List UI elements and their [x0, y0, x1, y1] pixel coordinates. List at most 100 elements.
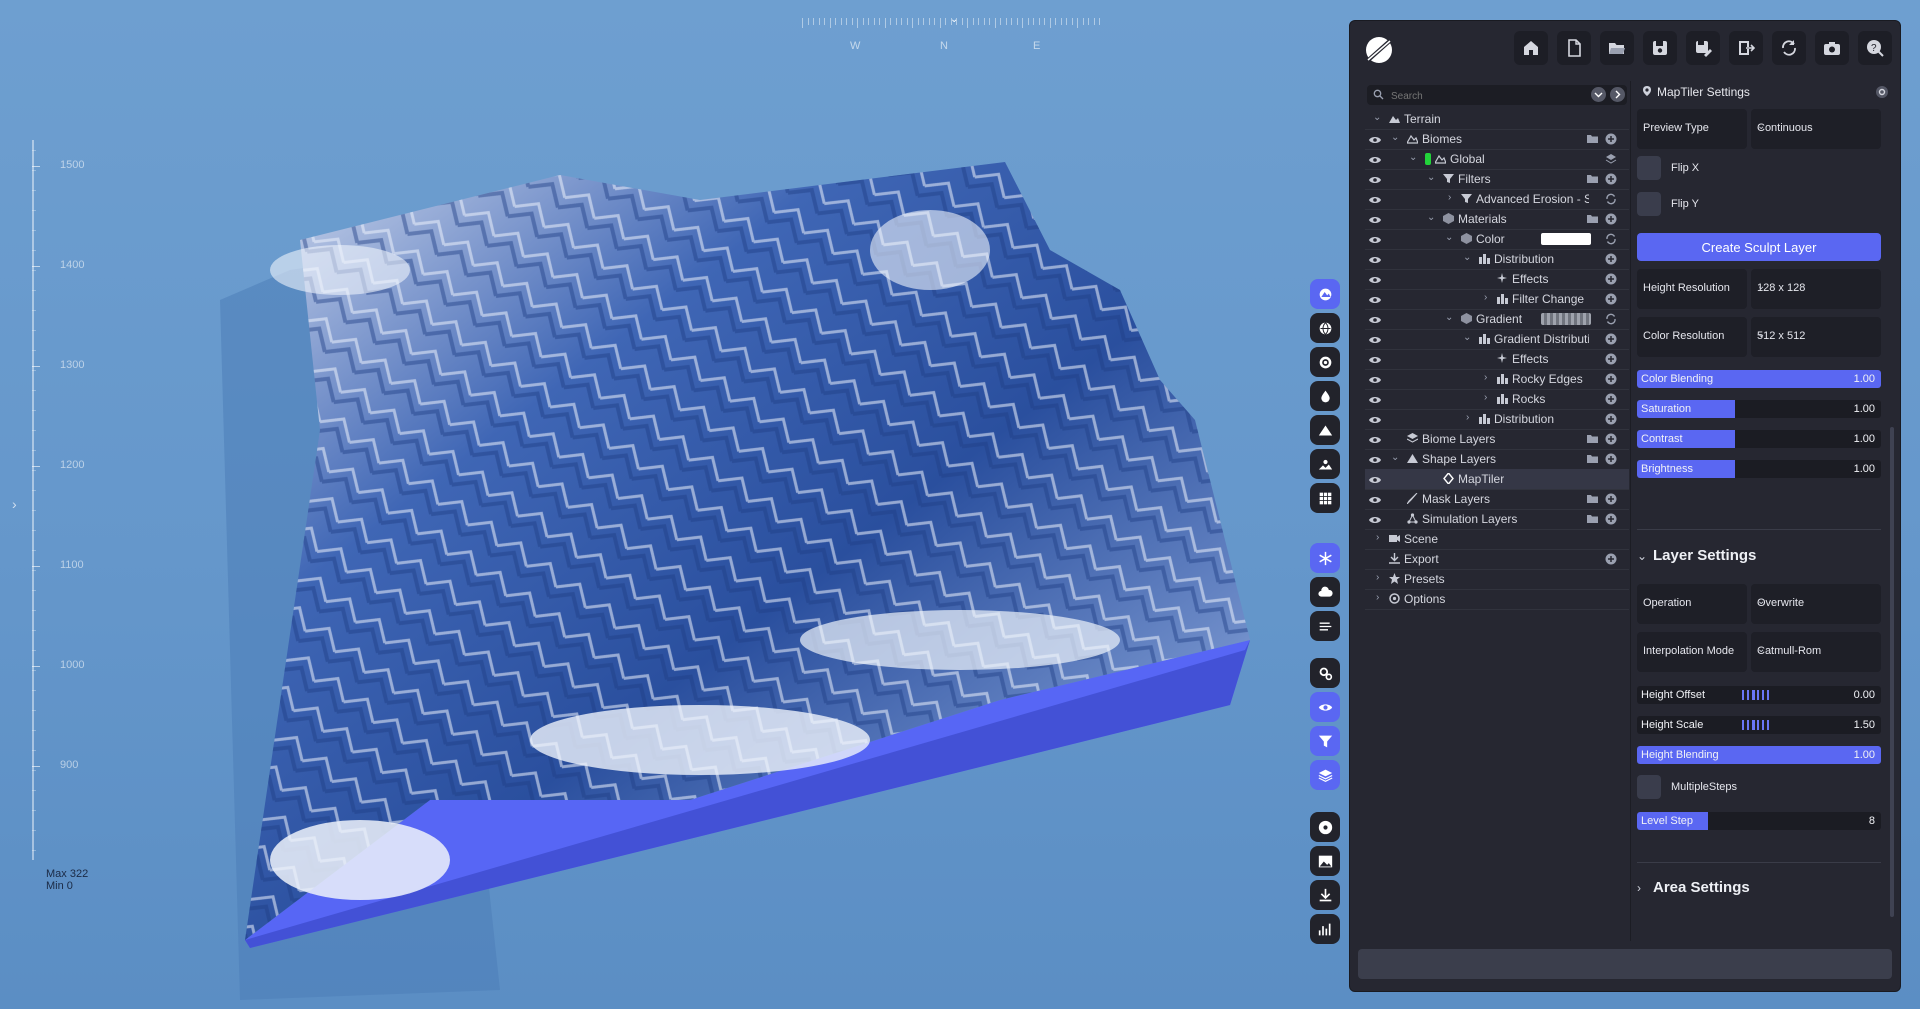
plus-icon[interactable]: [1605, 353, 1617, 365]
visibility-eye-icon[interactable]: [1368, 433, 1382, 445]
chevron-right-icon[interactable]: ›: [1376, 532, 1379, 543]
help-button[interactable]: ?: [1858, 31, 1892, 65]
tree-item-gradient-distributi[interactable]: ⌄ Gradient Distributi: [1365, 329, 1629, 350]
visibility-eye-icon[interactable]: [1368, 133, 1382, 145]
chevron-down-icon[interactable]: ⌄: [1391, 132, 1399, 143]
search-input[interactable]: [1389, 87, 1563, 105]
chevron-down-icon[interactable]: ⌄: [1445, 232, 1453, 243]
plus-icon[interactable]: [1605, 213, 1617, 225]
color-blending-slider[interactable]: Color Blending 1.00: [1637, 370, 1881, 388]
brightness-slider[interactable]: Brightness 1.00: [1637, 460, 1881, 478]
wind-icon[interactable]: [1310, 611, 1340, 641]
tree-item-distribution[interactable]: › Distribution: [1365, 409, 1629, 430]
chevron-down-icon[interactable]: ⌄: [1463, 252, 1471, 263]
visibility-eye-icon[interactable]: [1368, 493, 1382, 505]
folder-icon[interactable]: [1587, 213, 1599, 225]
tree-item-color[interactable]: ⌄ Color: [1365, 229, 1629, 250]
tree-item-mask-layers[interactable]: Mask Layers: [1365, 489, 1629, 510]
terrain-viewport[interactable]: 1500 1400 1300 1200 1100 1000 900 Max 322 Min …: [0, 0, 1340, 1009]
folder-icon[interactable]: [1587, 453, 1599, 465]
export-button[interactable]: [1729, 31, 1763, 65]
visibility-eye-icon[interactable]: [1368, 473, 1382, 485]
compass[interactable]: ⌄ W N E: [790, 10, 1120, 52]
flip-y-row[interactable]: Flip Y: [1637, 190, 1881, 218]
chevron-right-icon[interactable]: ›: [1484, 392, 1487, 403]
cogs-icon[interactable]: [1310, 658, 1340, 688]
plus-icon[interactable]: [1605, 553, 1617, 565]
grid-icon[interactable]: [1310, 483, 1340, 513]
level-step-slider[interactable]: Level Step 8: [1637, 812, 1881, 830]
visibility-eye-icon[interactable]: [1368, 173, 1382, 185]
filter-icon[interactable]: [1310, 726, 1340, 756]
folder-icon[interactable]: [1587, 493, 1599, 505]
plus-icon[interactable]: [1605, 293, 1617, 305]
multiple-steps-row[interactable]: MultipleSteps: [1637, 773, 1881, 801]
visibility-eye-icon[interactable]: [1368, 253, 1382, 265]
height-blending-slider[interactable]: Height Blending 1.00: [1637, 746, 1881, 764]
settings-scrollbar[interactable]: [1890, 427, 1894, 917]
slider-knob-icon[interactable]: [1741, 689, 1775, 701]
tree-item-rocky-edges[interactable]: › Rocky Edges: [1365, 369, 1629, 390]
tree-item-options[interactable]: › Options: [1365, 589, 1629, 610]
visibility-eye-icon[interactable]: [1368, 233, 1382, 245]
cloud-icon[interactable]: [1310, 577, 1340, 607]
refresh-icon[interactable]: [1605, 313, 1617, 325]
refresh-icon[interactable]: [1605, 193, 1617, 205]
multiple-steps-checkbox[interactable]: [1637, 775, 1661, 799]
save-as-button[interactable]: [1686, 31, 1720, 65]
tree-item-filter-change[interactable]: › Filter Change: [1365, 289, 1629, 310]
terrain-render[interactable]: [0, 0, 1340, 1009]
layers-icon[interactable]: [1605, 153, 1617, 165]
visibility-eye-icon[interactable]: [1368, 313, 1382, 325]
tree-item-global[interactable]: ⌄ Global: [1365, 149, 1629, 170]
plus-icon[interactable]: [1605, 513, 1617, 525]
chevron-down-icon[interactable]: ⌄: [1445, 312, 1453, 323]
visibility-eye-icon[interactable]: [1368, 373, 1382, 385]
snowflake-icon[interactable]: [1310, 543, 1340, 573]
color-swatch[interactable]: [1541, 233, 1591, 245]
open-folder-button[interactable]: [1600, 31, 1634, 65]
tree-search[interactable]: [1367, 85, 1627, 105]
chevron-down-icon[interactable]: ⌄: [1463, 332, 1471, 343]
disc-icon[interactable]: [1310, 812, 1340, 842]
plus-icon[interactable]: [1605, 453, 1617, 465]
chevron-down-icon[interactable]: ⌄: [1427, 172, 1435, 183]
plus-icon[interactable]: [1605, 433, 1617, 445]
image-icon[interactable]: [1310, 846, 1340, 876]
plus-icon[interactable]: [1605, 493, 1617, 505]
tree-item-terrain[interactable]: ⌄ Terrain: [1365, 109, 1629, 130]
download-icon[interactable]: [1310, 880, 1340, 910]
chevron-down-icon[interactable]: ⌄: [1373, 112, 1381, 123]
tree-item-maptiler[interactable]: MapTiler: [1365, 469, 1629, 490]
camera-button[interactable]: [1815, 31, 1849, 65]
tree-item-presets[interactable]: › Presets: [1365, 569, 1629, 590]
plus-icon[interactable]: [1605, 333, 1617, 345]
tree-item-distribution[interactable]: ⌄ Distribution: [1365, 249, 1629, 270]
tree-item-effects[interactable]: Effects: [1365, 269, 1629, 290]
plus-icon[interactable]: [1605, 373, 1617, 385]
chevron-down-icon[interactable]: ⌄: [1409, 152, 1417, 163]
eye-icon[interactable]: [1310, 692, 1340, 722]
plus-icon[interactable]: [1605, 253, 1617, 265]
tree-item-effects[interactable]: Effects: [1365, 349, 1629, 370]
layer-settings-header[interactable]: ⌄ Layer Settings: [1637, 545, 1881, 569]
preview-type-select[interactable]: Continuous ⌄: [1751, 109, 1881, 149]
visibility-eye-icon[interactable]: [1368, 413, 1382, 425]
tree-item-biome-layers[interactable]: Biome Layers: [1365, 429, 1629, 450]
chevron-down-icon[interactable]: ⌄: [1391, 452, 1399, 463]
tree-item-shape-layers[interactable]: ⌄ Shape Layers: [1365, 449, 1629, 470]
height-resolution-select[interactable]: 128 x 128 ⌄: [1751, 269, 1881, 309]
expand-left-icon[interactable]: ›: [12, 496, 17, 512]
flip-x-row[interactable]: Flip X: [1637, 154, 1881, 182]
plus-icon[interactable]: [1605, 413, 1617, 425]
console-bar[interactable]: [1358, 949, 1892, 979]
plus-icon[interactable]: [1605, 133, 1617, 145]
height-scale-slider[interactable]: Height Scale 1.50: [1637, 716, 1881, 734]
plus-icon[interactable]: [1605, 273, 1617, 285]
tree-item-gradient[interactable]: ⌄ Gradient: [1365, 309, 1629, 330]
refresh-icon[interactable]: [1605, 233, 1617, 245]
home-button[interactable]: [1514, 31, 1548, 65]
biome-icon[interactable]: [1310, 279, 1340, 309]
interpolation-mode-select[interactable]: Catmull-Rom ⌄: [1751, 632, 1881, 672]
visibility-eye-icon[interactable]: [1368, 453, 1382, 465]
